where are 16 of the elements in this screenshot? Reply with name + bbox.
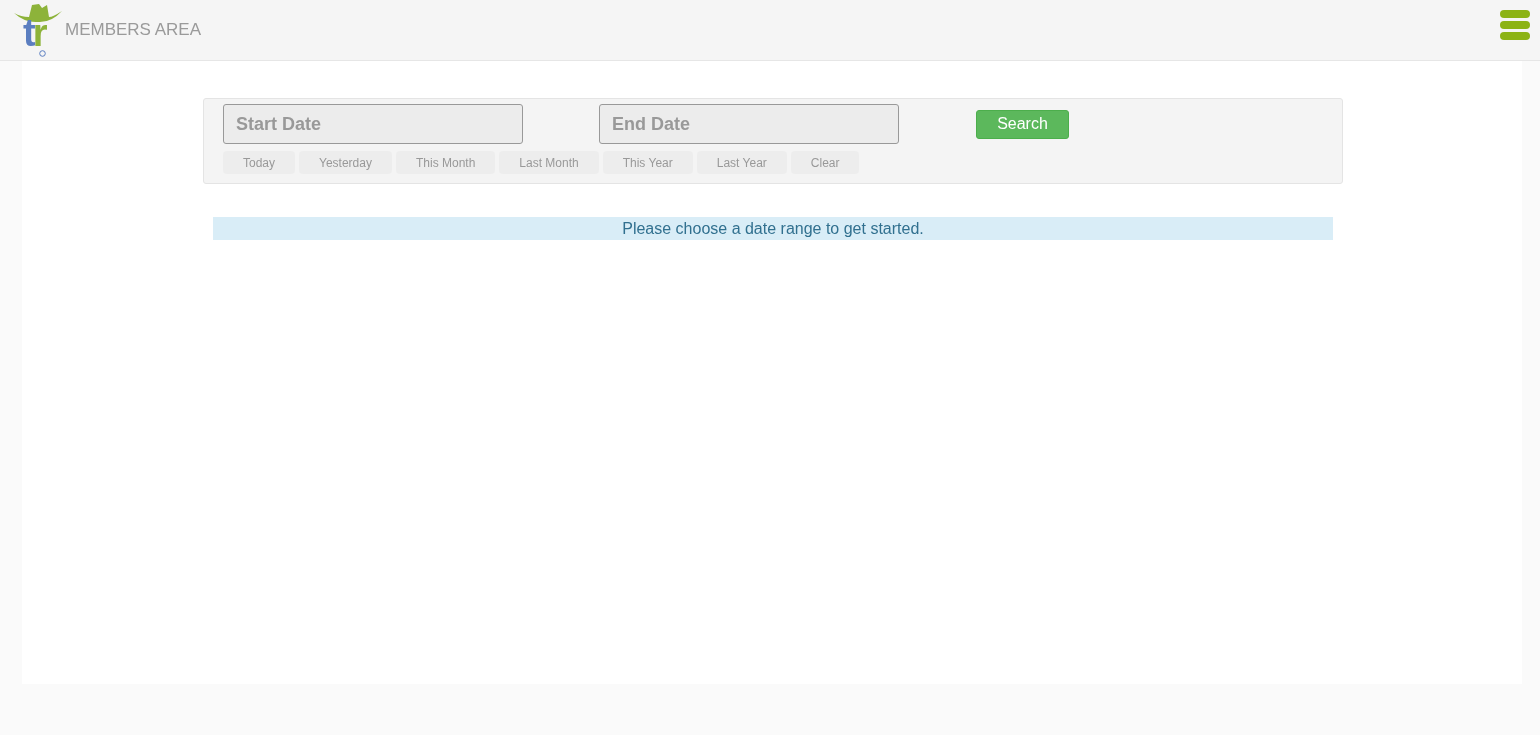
logo-letter: r: [32, 12, 45, 54]
quick-range-button[interactable]: This Month: [395, 151, 496, 174]
search-button[interactable]: Search: [976, 109, 1069, 139]
info-message: Please choose a date range to get started.: [213, 217, 1333, 240]
quick-range-button[interactable]: Today: [223, 151, 296, 174]
quick-range-button[interactable]: This Year: [602, 151, 693, 174]
end-date-field[interactable]: End Date: [599, 104, 899, 144]
quick-range-button[interactable]: Last Year: [696, 151, 787, 174]
menu-icon[interactable]: [1500, 10, 1530, 40]
quick-range-button[interactable]: Last Month: [499, 151, 599, 174]
logo-letter: t: [23, 12, 33, 54]
quick-range-button[interactable]: Yesterday: [299, 151, 392, 174]
members-area-title: MEMBERS AREA: [65, 20, 202, 40]
start-date-field[interactable]: Start Date: [223, 104, 523, 144]
registered-icon: [39, 50, 46, 57]
quick-range-button[interactable]: Clear: [790, 151, 860, 174]
